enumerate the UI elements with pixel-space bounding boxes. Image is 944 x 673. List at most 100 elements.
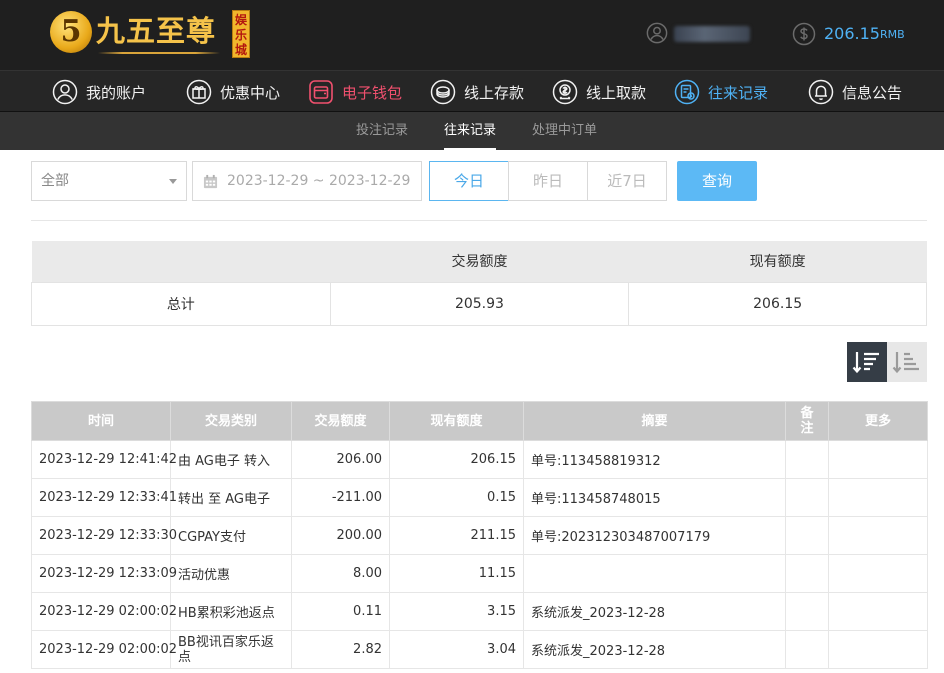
brand-logo[interactable]: 5 九五至尊 娱乐城 <box>50 8 255 60</box>
withdraw-icon <box>552 79 578 105</box>
cell-summary: 单号:113458748015 <box>523 478 786 517</box>
table-row[interactable]: 2023-12-29 02:00:02 BB视讯百家乐返点 2.82 3.04 … <box>31 630 928 669</box>
cell-balance: 0.15 <box>389 478 524 517</box>
header-more[interactable]: 更多 <box>828 401 928 441</box>
cell-type: CGPAY支付 <box>170 516 292 555</box>
nav-promotions[interactable]: 优惠中心 <box>186 77 280 107</box>
balance-amount: 206.15 <box>824 24 880 43</box>
header-summary[interactable]: 摘要 <box>523 401 786 441</box>
header-time[interactable]: 时间 <box>31 401 171 441</box>
cell-more[interactable] <box>828 554 928 593</box>
cell-amount: -211.00 <box>291 478 390 517</box>
sort-ascending-icon <box>892 352 919 374</box>
filter-divider <box>31 220 927 221</box>
user-icon <box>646 22 668 44</box>
sort-descending-icon <box>852 352 879 374</box>
sort-desc-button[interactable] <box>847 342 887 382</box>
cell-more[interactable] <box>828 516 928 555</box>
nav-transaction-records[interactable]: 往来记录 <box>674 77 768 107</box>
deposit-icon <box>430 79 456 105</box>
table-row[interactable]: 2023-12-29 02:00:02 HB累积彩池返点 0.11 3.15 系… <box>31 592 928 631</box>
quick-7days-button[interactable]: 近7日 <box>587 161 667 201</box>
cell-remark <box>785 516 829 555</box>
summary-header: 交易额度 <box>330 241 629 282</box>
cell-more[interactable] <box>828 440 928 479</box>
cell-amount: 8.00 <box>291 554 390 593</box>
nav-online-deposit[interactable]: 线上存款 <box>430 77 524 107</box>
records-icon <box>674 79 700 105</box>
cell-remark <box>785 630 829 669</box>
sub-nav: 投注记录 往来记录 处理中订单 <box>0 112 944 150</box>
username-masked <box>674 26 750 42</box>
cell-amount: 206.00 <box>291 440 390 479</box>
subtab-pending-orders[interactable]: 处理中订单 <box>532 112 597 150</box>
cell-type: 由 AG电子 转入 <box>170 440 292 479</box>
summary-header: 现有额度 <box>628 241 927 282</box>
caret-down-icon <box>169 179 177 184</box>
table-row[interactable]: 2023-12-29 12:33:41 转出 至 AG电子 -211.00 0.… <box>31 478 928 517</box>
summary-current-balance: 206.15 <box>628 281 927 326</box>
cell-more[interactable] <box>828 630 928 669</box>
cell-time: 2023-12-29 12:33:09 <box>31 554 177 593</box>
type-select[interactable]: 全部 <box>31 161 187 201</box>
cell-amount: 2.82 <box>291 630 390 669</box>
header-amount[interactable]: 交易额度 <box>291 401 390 441</box>
subtab-bet-records[interactable]: 投注记录 <box>356 112 408 150</box>
subtab-transaction-records[interactable]: 往来记录 <box>444 112 497 150</box>
table-row[interactable]: 2023-12-29 12:41:42 由 AG电子 转入 206.00 206… <box>31 440 928 479</box>
user-circle-icon <box>52 79 78 105</box>
main-nav: 我的账户 优惠中心 电子钱包 线上存款 线上取款 往来记录 信息公告 <box>0 70 944 112</box>
nav-online-withdraw[interactable]: 线上取款 <box>552 77 646 107</box>
cell-more[interactable] <box>828 478 928 517</box>
cell-balance: 3.15 <box>389 592 524 631</box>
date-range-input[interactable]: 2023-12-29 ~ 2023-12-29 <box>192 161 422 201</box>
brand-name: 九五至尊 <box>96 14 217 48</box>
top-header: 5 九五至尊 娱乐城 206.15 RMB <box>0 0 944 70</box>
cell-remark <box>785 478 829 517</box>
cell-amount: 200.00 <box>291 516 390 555</box>
cell-amount: 0.11 <box>291 592 390 631</box>
brand-subtitle: 娱乐城 <box>232 10 250 58</box>
sort-asc-button[interactable] <box>887 342 927 382</box>
cell-summary: 系统派发_2023-12-28 <box>523 592 786 631</box>
cell-time: 2023-12-29 12:33:30 <box>31 516 177 555</box>
nav-my-account[interactable]: 我的账户 <box>52 77 146 107</box>
query-button[interactable]: 查询 <box>677 161 757 201</box>
cell-remark <box>785 440 829 479</box>
cell-time: 2023-12-29 02:00:02 <box>31 592 177 631</box>
cell-remark <box>785 554 829 593</box>
cell-time: 2023-12-29 12:33:41 <box>31 478 177 517</box>
header-type[interactable]: 交易类别 <box>170 401 292 441</box>
calendar-icon <box>203 174 218 189</box>
cell-time: 2023-12-29 12:41:42 <box>31 440 177 479</box>
balance-currency: RMB <box>880 28 905 41</box>
type-select-value: 全部 <box>41 173 69 189</box>
header-balance[interactable]: 现有额度 <box>389 401 524 441</box>
quick-yesterday-button[interactable]: 昨日 <box>508 161 588 201</box>
table-row[interactable]: 2023-12-29 12:33:09 活动优惠 8.00 11.15 <box>31 554 928 593</box>
cell-summary: 系统派发_2023-12-28 <box>523 630 786 669</box>
summary-transaction-amount: 205.93 <box>329 281 630 326</box>
header-remark[interactable]: 备注 <box>785 401 829 441</box>
dollar-icon <box>792 22 816 46</box>
cell-summary: 单号:113458819312 <box>523 440 786 479</box>
nav-announcements[interactable]: 信息公告 <box>808 77 902 107</box>
cell-type: HB累积彩池返点 <box>170 592 292 631</box>
records-table: 时间 交易类别 交易额度 现有额度 摘要 备注 更多 2023-12-29 12… <box>31 401 928 669</box>
cell-more[interactable] <box>828 592 928 631</box>
bell-icon <box>808 79 834 105</box>
logo-emblem: 5 <box>50 11 92 53</box>
nav-label: 我的账户 <box>86 83 147 102</box>
summary-total-row: 总计 205.93 206.15 <box>31 281 927 326</box>
records-header-row: 时间 交易类别 交易额度 现有额度 摘要 备注 更多 <box>31 401 928 441</box>
cell-balance: 11.15 <box>389 554 524 593</box>
summary-header <box>31 241 331 282</box>
table-row[interactable]: 2023-12-29 12:33:30 CGPAY支付 200.00 211.1… <box>31 516 928 555</box>
quick-today-button[interactable]: 今日 <box>429 161 509 201</box>
nav-e-wallet[interactable]: 电子钱包 <box>308 77 402 107</box>
nav-label: 信息公告 <box>842 83 903 102</box>
summary-table: 交易额度 现有额度 总计 205.93 206.15 <box>31 241 927 326</box>
nav-label: 优惠中心 <box>220 83 281 102</box>
cell-remark <box>785 592 829 631</box>
date-range-value: 2023-12-29 ~ 2023-12-29 <box>227 173 411 189</box>
